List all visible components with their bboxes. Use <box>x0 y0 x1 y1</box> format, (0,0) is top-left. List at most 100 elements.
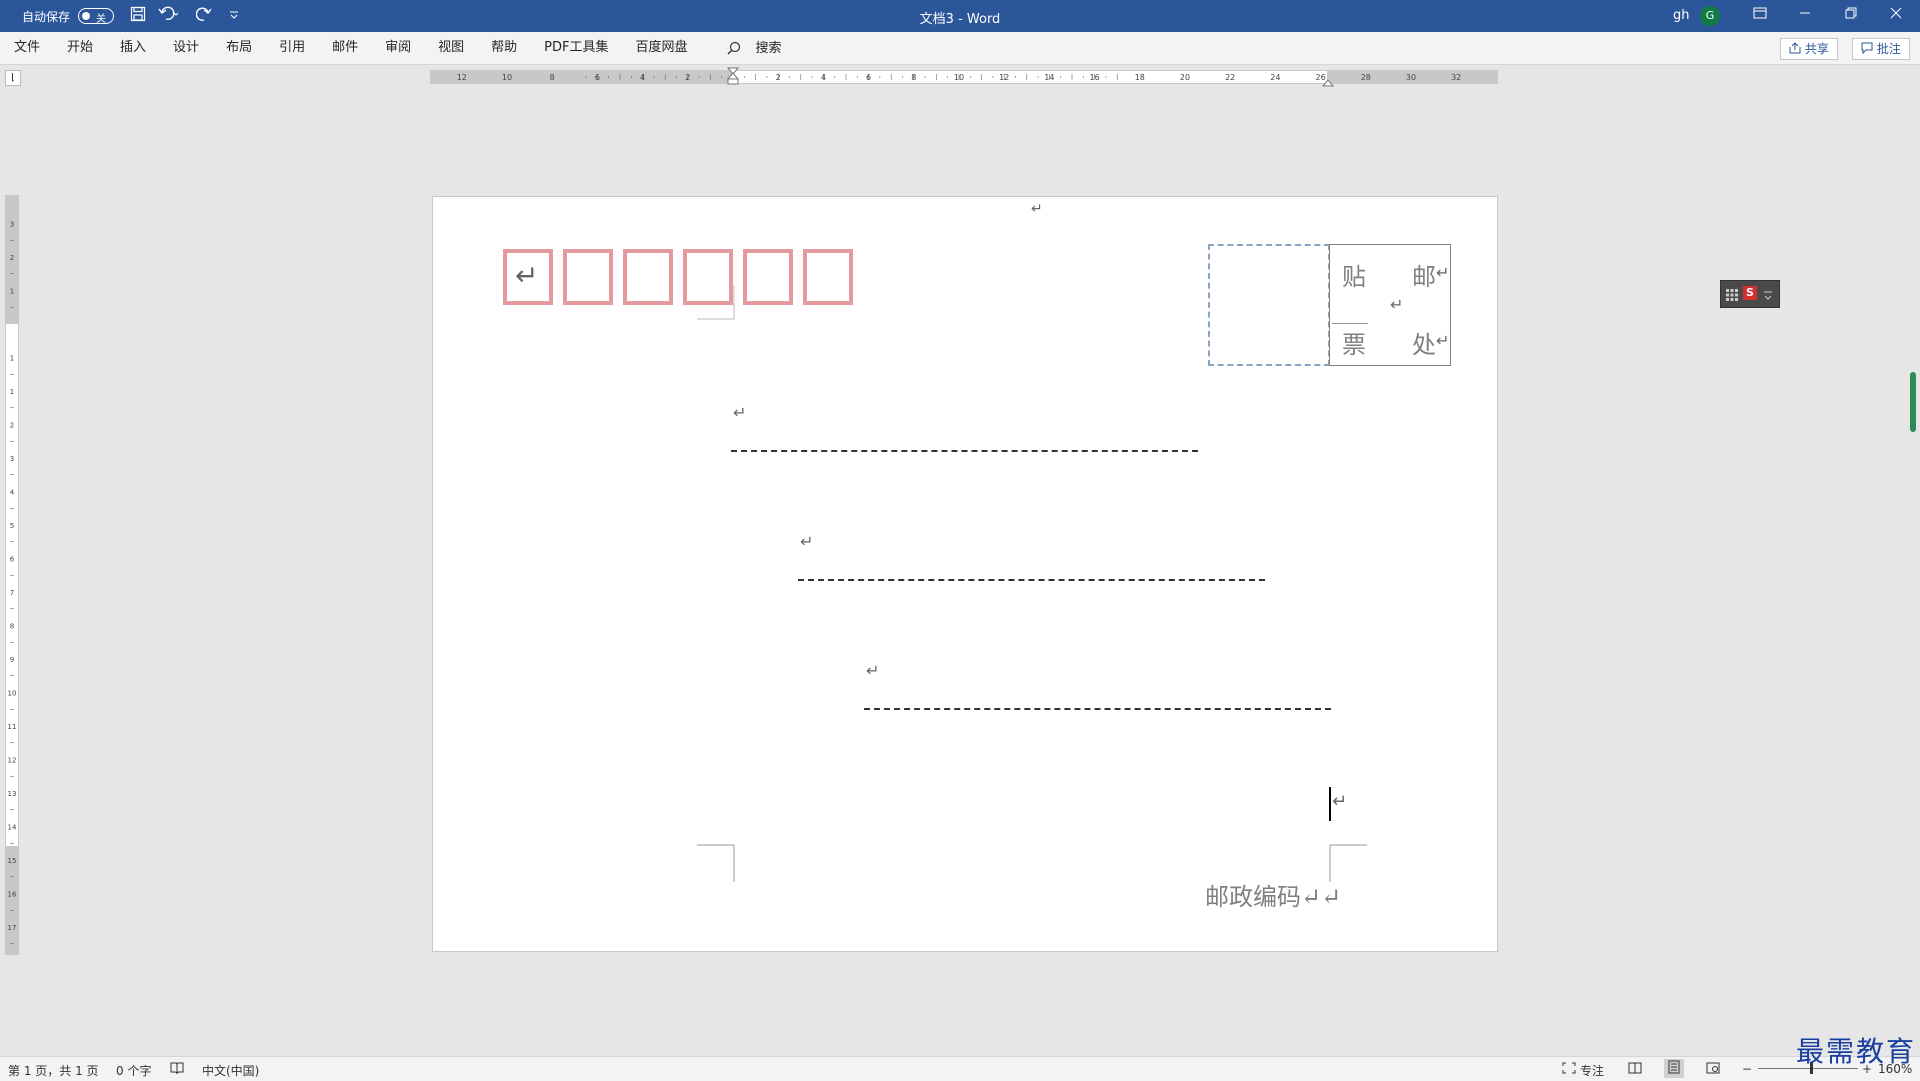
ruler-label: 6 <box>10 556 15 564</box>
paragraph-mark: ↵ <box>800 532 814 551</box>
ruler-label: 20 <box>1180 73 1190 82</box>
paragraph-mark: ↵ <box>1031 201 1043 217</box>
zoom-out-button[interactable]: − <box>1742 1062 1752 1076</box>
stamp-label-box[interactable]: 贴 邮 ↵ ↵ 票 处 ↵ <box>1329 244 1451 366</box>
address-line-2[interactable] <box>798 579 1265 581</box>
ruler-label: 14 <box>8 824 17 832</box>
search-icon <box>727 40 745 56</box>
text-boundary-corner <box>697 285 735 320</box>
text-cursor <box>1329 787 1331 821</box>
ruler-label: 2 <box>10 254 14 262</box>
share-button[interactable]: 共享 <box>1780 38 1838 60</box>
postcode-label[interactable]: 邮政编码↵↵ <box>1205 877 1341 912</box>
ruler-label: 2 <box>685 73 690 82</box>
title-bar: 自动保存 关 文档3 - Word gh G <box>0 0 1920 32</box>
language-status[interactable]: 中文(中国) <box>202 1062 259 1079</box>
ruler-label: 6 <box>866 73 871 82</box>
ruler-label: 1 <box>10 288 14 296</box>
ime-menu-icon[interactable] <box>1763 287 1773 306</box>
stamp-char-piao: 票 <box>1342 331 1366 359</box>
user-name[interactable]: gh <box>1673 8 1690 23</box>
focus-icon[interactable] <box>1562 1062 1576 1077</box>
ruler-label: 28 <box>1361 73 1371 82</box>
address-line-1[interactable] <box>731 450 1198 452</box>
paragraph-mark: ↵ <box>1436 331 1450 350</box>
comment-label: 批注 <box>1876 42 1901 56</box>
search-box[interactable]: 搜索 <box>727 32 781 65</box>
watermark-logo: 最需教育 <box>1796 1035 1917 1068</box>
indent-marker-icon[interactable] <box>726 67 740 91</box>
close-icon[interactable] <box>1886 5 1906 23</box>
ruler-label: 7 <box>10 589 14 597</box>
document-page[interactable]: ↵ ↵ 贴 邮 ↵ ↵ 票 处 ↵ ↵ ↵ ↵ ↵ 邮政编码↵↵ <box>432 196 1498 952</box>
focus-label[interactable]: 专注 <box>1580 1062 1604 1079</box>
tab-layout[interactable]: 布局 <box>212 32 265 64</box>
sogou-ime-icon[interactable]: S <box>1743 286 1757 300</box>
address-line-3[interactable] <box>864 708 1331 710</box>
tab-insert[interactable]: 插入 <box>106 32 159 64</box>
restore-icon[interactable] <box>1841 5 1861 23</box>
read-mode-icon[interactable] <box>1628 1062 1642 1077</box>
paragraph-mark: ↵ <box>1332 791 1348 812</box>
zip-box-3[interactable] <box>623 249 673 305</box>
tab-pdf-tools[interactable]: PDF工具集 <box>530 32 621 64</box>
ruler-label: 12 <box>999 73 1009 82</box>
avatar[interactable]: G <box>1700 6 1720 26</box>
horizontal-ruler[interactable]: 12 10 8 6 4 2 2 4 6 8 10 12 14 16 18 20 22 24 26 28 30 32 <box>430 67 1498 87</box>
ruler-label: 3 <box>10 455 14 463</box>
stamp-divider <box>1332 323 1368 324</box>
text-boundary-corner <box>697 844 735 882</box>
stamp-char-chu: 处 <box>1412 331 1436 359</box>
ruler-label: 30 <box>1406 73 1416 82</box>
ruler-label: 2 <box>776 73 781 82</box>
tab-review[interactable]: 审阅 <box>371 32 424 64</box>
word-count[interactable]: 0 个字 <box>116 1062 151 1079</box>
tab-view[interactable]: 视图 <box>424 32 477 64</box>
stamp-placeholder[interactable] <box>1208 244 1330 366</box>
tab-home[interactable]: 开始 <box>53 32 106 64</box>
zip-box-6[interactable] <box>803 249 853 305</box>
ruler-label: 12 <box>457 73 467 82</box>
minimize-icon[interactable] <box>1795 5 1815 23</box>
tab-design[interactable]: 设计 <box>159 32 212 64</box>
tab-file[interactable]: 文件 <box>0 32 53 64</box>
ruler-label: 4 <box>640 73 645 82</box>
vertical-ruler[interactable]: 3 2 1 1 1 2 3 4 5 6 7 8 9 10 11 12 13 14 15 16 17 <box>5 195 19 955</box>
page-info[interactable]: 第 1 页，共 1 页 <box>8 1062 99 1079</box>
ruler-label: 16 <box>1090 73 1100 82</box>
ime-grid-icon[interactable] <box>1725 287 1739 306</box>
tab-baidu-netdisk[interactable]: 百度网盘 <box>621 32 700 64</box>
zip-box-2[interactable] <box>563 249 613 305</box>
paragraph-mark: ↵ <box>1436 263 1450 282</box>
right-indent-marker-icon[interactable] <box>1321 73 1335 92</box>
proofing-icon[interactable] <box>170 1062 184 1077</box>
ime-toolbar[interactable]: S <box>1720 280 1780 308</box>
ruler-label: 6 <box>595 73 600 82</box>
comments-button[interactable]: 批注 <box>1852 38 1910 60</box>
tab-references[interactable]: 引用 <box>265 32 318 64</box>
ruler-label: 12 <box>8 757 17 765</box>
stamp-char-tie: 贴 <box>1342 263 1366 291</box>
ruler-label: 10 <box>954 73 964 82</box>
ruler-label: 13 <box>8 790 17 798</box>
status-bar: 第 1 页，共 1 页 0 个字 中文(中国) 专注 − + 160% <box>0 1056 1920 1081</box>
ribbon-tabs: 文件 开始 插入 设计 布局 引用 邮件 审阅 视图 帮助 PDF工具集 百度网… <box>0 32 701 64</box>
share-icon <box>1789 42 1805 56</box>
tab-mailings[interactable]: 邮件 <box>318 32 371 64</box>
ruler-label: 2 <box>10 422 14 430</box>
ruler-label: 4 <box>821 73 826 82</box>
vertical-scrollbar[interactable] <box>1910 372 1916 432</box>
tab-help[interactable]: 帮助 <box>477 32 530 64</box>
ruler-label: 3 <box>10 221 14 229</box>
tab-stop-selector[interactable]: ⌊ <box>5 70 21 86</box>
ruler-label: 32 <box>1451 73 1461 82</box>
ruler-label: 11 <box>8 723 17 731</box>
zip-box-5[interactable] <box>743 249 793 305</box>
window-title: 文档3 - Word <box>919 12 1001 27</box>
zip-box-1[interactable]: ↵ <box>503 249 553 305</box>
ruler-label: 10 <box>502 73 512 82</box>
ribbon-display-icon[interactable] <box>1750 5 1770 23</box>
paragraph-mark: ↵ <box>515 259 539 292</box>
print-layout-icon[interactable] <box>1664 1059 1684 1078</box>
web-layout-icon[interactable] <box>1706 1062 1720 1077</box>
